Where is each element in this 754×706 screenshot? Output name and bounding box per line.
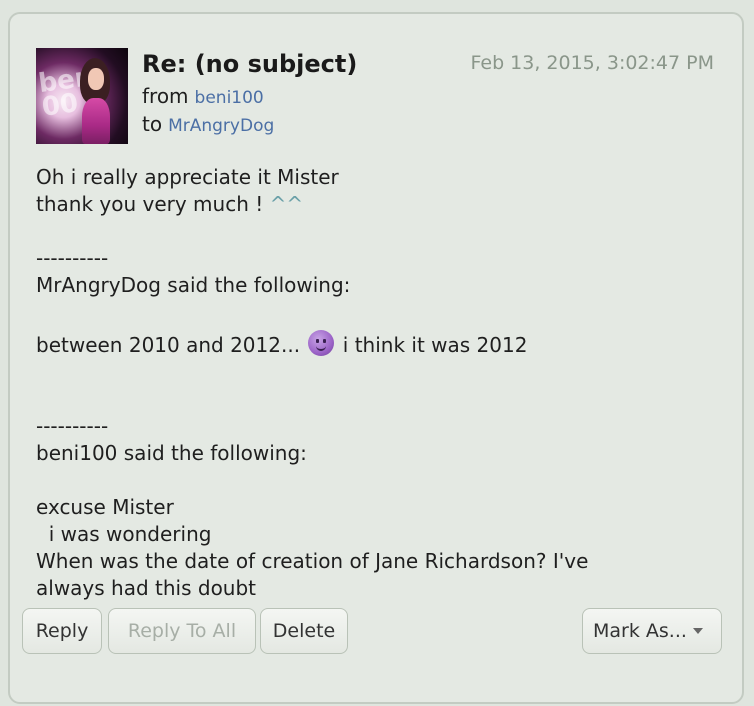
quote-header: beni100 said the following: <box>36 441 307 465</box>
message-body: Oh i really appreciate it Mister thank yo… <box>36 164 726 602</box>
message-date: Feb 13, 2015, 3:02:47 PM <box>470 52 714 74</box>
quote-header: MrAngryDog said the following: <box>36 273 351 297</box>
body-line: When was the date of creation of Jane Ri… <box>36 549 589 573</box>
smiley-icon <box>308 330 335 356</box>
body-line: between 2010 and 2012... i think it was … <box>36 330 726 359</box>
delete-button[interactable]: Delete <box>260 608 348 654</box>
separator: ---------- <box>36 414 109 438</box>
emoticon-text: ^^ <box>269 192 304 216</box>
body-line: Oh i really appreciate it Mister <box>36 165 339 189</box>
from-label: from <box>142 84 189 108</box>
message-subject: Re: (no subject) <box>142 50 358 78</box>
sender-avatar[interactable]: beni 00 <box>36 48 128 144</box>
mark-as-label: Mark As... <box>593 620 687 642</box>
body-line: thank you very much ! ^^ <box>36 192 304 216</box>
mark-as-button[interactable]: Mark As... <box>582 608 722 654</box>
avatar-face <box>88 68 104 90</box>
to-label: to <box>142 112 163 136</box>
to-row: to MrAngryDog <box>142 112 274 136</box>
separator: ---------- <box>36 246 109 270</box>
avatar-body <box>82 98 110 144</box>
body-line: i was wondering <box>36 522 212 546</box>
from-user-link[interactable]: beni100 <box>195 88 264 108</box>
to-user-link[interactable]: MrAngryDog <box>168 116 274 136</box>
reply-button[interactable]: Reply <box>22 608 102 654</box>
from-row: from beni100 <box>142 84 264 108</box>
body-line: always had this doubt <box>36 576 257 600</box>
reply-all-button[interactable]: Reply To All <box>108 608 256 654</box>
chevron-down-icon <box>692 628 703 634</box>
body-line: excuse Mister <box>36 495 174 519</box>
